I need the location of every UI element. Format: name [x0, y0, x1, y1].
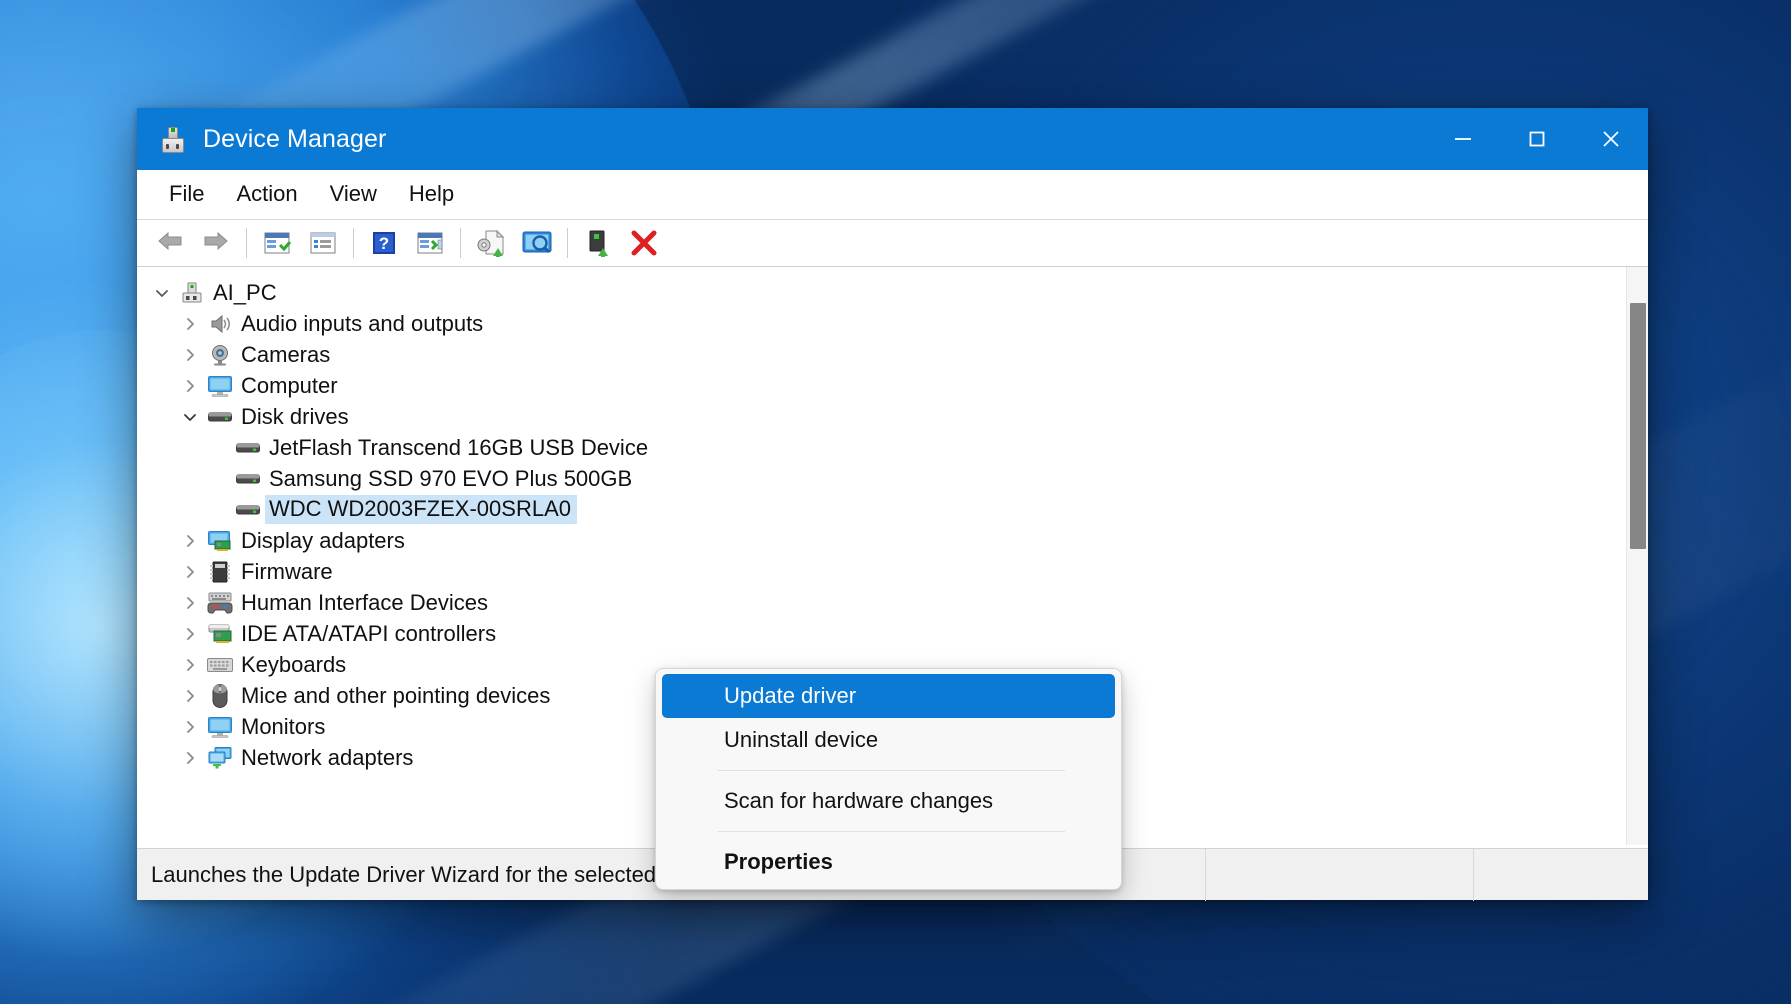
chevron-right-icon[interactable]	[175, 688, 205, 704]
device-manager-icon	[159, 125, 187, 153]
vertical-scrollbar[interactable]	[1626, 267, 1648, 845]
tree-node-label: Keyboards	[241, 651, 347, 677]
context-menu-separator-1	[718, 770, 1065, 771]
menu-bar: File Action View Help	[137, 170, 1648, 219]
tree-node-label: Firmware	[241, 558, 333, 584]
chevron-right-icon[interactable]	[175, 564, 205, 580]
display-adapter-icon	[205, 528, 235, 554]
chevron-down-icon[interactable]	[175, 409, 205, 425]
help-button[interactable]: ?	[361, 223, 407, 263]
scrollbar-thumb[interactable]	[1630, 303, 1646, 549]
tree-node-samsung-ssd[interactable]: Samsung SSD 970 EVO Plus 500GB	[137, 463, 1604, 494]
chevron-right-icon[interactable]	[175, 657, 205, 673]
tree-node-ide-ata-atapi-controllers[interactable]: IDE ATA/ATAPI controllers	[137, 618, 1604, 649]
tree-node-computer[interactable]: Computer	[137, 370, 1604, 401]
show-hide-action-pane-button[interactable]	[407, 223, 453, 263]
mouse-icon	[205, 683, 235, 709]
uninstall-device-button[interactable]	[621, 223, 667, 263]
speaker-icon	[205, 311, 235, 337]
forward-button[interactable]	[193, 223, 239, 263]
toolbar-separator-2	[353, 228, 354, 258]
toolbar-separator-3	[460, 228, 461, 258]
tree-node-label: Disk drives	[241, 403, 349, 429]
keyboard-icon	[205, 652, 235, 678]
minimize-button[interactable]	[1426, 108, 1500, 170]
monitor-icon	[205, 373, 235, 399]
disk-drive-icon	[233, 497, 263, 523]
menu-item-help[interactable]: Help	[393, 177, 470, 211]
tree-node-label: Mice and other pointing devices	[241, 682, 551, 708]
context-menu-item-uninstall-device[interactable]: Uninstall device	[662, 718, 1115, 762]
properties-button[interactable]	[300, 223, 346, 263]
tree-node-label: AI_PC	[213, 279, 277, 305]
computer-device-icon	[177, 280, 207, 306]
scan-for-hardware-changes-button[interactable]	[514, 223, 560, 263]
close-button[interactable]	[1574, 108, 1648, 170]
disk-drive-icon	[233, 466, 263, 492]
tree-node-human-interface-devices[interactable]: Human Interface Devices	[137, 587, 1604, 618]
tree-node-label: Display adapters	[241, 527, 405, 553]
menu-item-file[interactable]: File	[153, 177, 220, 211]
title-bar[interactable]: Device Manager	[137, 108, 1648, 170]
show-hide-console-tree-button[interactable]	[254, 223, 300, 263]
context-menu-item-scan-for-hardware-changes[interactable]: Scan for hardware changes	[662, 779, 1115, 823]
tree-node-label: Monitors	[241, 713, 326, 739]
status-panel-2	[1473, 848, 1648, 901]
status-panel-1	[1205, 848, 1473, 901]
tree-node-jetflash-transcend[interactable]: JetFlash Transcend 16GB USB Device	[137, 432, 1604, 463]
toolbar-separator-4	[567, 228, 568, 258]
tree-node-label: Human Interface Devices	[241, 589, 488, 615]
tree-node-firmware[interactable]: Firmware	[137, 556, 1604, 587]
chevron-right-icon[interactable]	[175, 316, 205, 332]
tree-node-ai-pc[interactable]: AI_PC	[137, 277, 1604, 308]
toolbar-separator-1	[246, 228, 247, 258]
desktop-wallpaper: Device Manager File Action View Help ? A…	[0, 0, 1791, 1004]
tree-node-label: Computer	[241, 372, 338, 398]
tree-node-label: JetFlash Transcend 16GB USB Device	[269, 434, 649, 460]
window-title: Device Manager	[203, 124, 387, 153]
maximize-button[interactable]	[1500, 108, 1574, 170]
chevron-right-icon[interactable]	[175, 750, 205, 766]
tree-node-label: Audio inputs and outputs	[241, 310, 484, 336]
context-menu-separator-2	[718, 831, 1065, 832]
tree-node-label: IDE ATA/ATAPI controllers	[241, 620, 497, 646]
tree-node-audio-inputs-and-outputs[interactable]: Audio inputs and outputs	[137, 308, 1604, 339]
enable-device-button[interactable]	[575, 223, 621, 263]
tree-node-label: Samsung SSD 970 EVO Plus 500GB	[269, 465, 633, 491]
update-driver-button[interactable]	[468, 223, 514, 263]
chevron-right-icon[interactable]	[175, 626, 205, 642]
context-menu-item-update-driver[interactable]: Update driver	[662, 674, 1115, 718]
toolbar: ?	[137, 219, 1648, 266]
chevron-right-icon[interactable]	[175, 719, 205, 735]
camera-icon	[205, 342, 235, 368]
back-button[interactable]	[147, 223, 193, 263]
tree-node-label: Cameras	[241, 341, 331, 367]
menu-item-action[interactable]: Action	[220, 177, 313, 211]
hid-gamepad-icon	[205, 590, 235, 616]
tree-node-cameras[interactable]: Cameras	[137, 339, 1604, 370]
tree-node-label: Network adapters	[241, 744, 414, 770]
tree-node-label: WDC WD2003FZEX-00SRLA0	[265, 495, 577, 524]
tree-node-disk-drives[interactable]: Disk drives	[137, 401, 1604, 432]
context-menu-item-properties[interactable]: Properties	[662, 840, 1115, 884]
context-menu: Update driver Uninstall device Scan for …	[655, 668, 1122, 890]
svg-text:?: ?	[379, 234, 389, 253]
tree-node-display-adapters[interactable]: Display adapters	[137, 525, 1604, 556]
monitor-icon	[205, 714, 235, 740]
disk-drive-icon	[233, 435, 263, 461]
tree-node-wdc-selected[interactable]: WDC WD2003FZEX-00SRLA0	[137, 494, 1604, 525]
device-manager-window: Device Manager File Action View Help ? A…	[137, 108, 1648, 901]
chevron-right-icon[interactable]	[175, 378, 205, 394]
network-adapter-icon	[205, 745, 235, 771]
chevron-right-icon[interactable]	[175, 595, 205, 611]
ide-controller-icon	[205, 621, 235, 647]
disk-drive-icon	[205, 404, 235, 430]
firmware-chip-icon	[205, 559, 235, 585]
chevron-down-icon[interactable]	[147, 285, 177, 301]
chevron-right-icon[interactable]	[175, 533, 205, 549]
menu-item-view[interactable]: View	[314, 177, 393, 211]
window-controls	[1426, 108, 1648, 170]
chevron-right-icon[interactable]	[175, 347, 205, 363]
